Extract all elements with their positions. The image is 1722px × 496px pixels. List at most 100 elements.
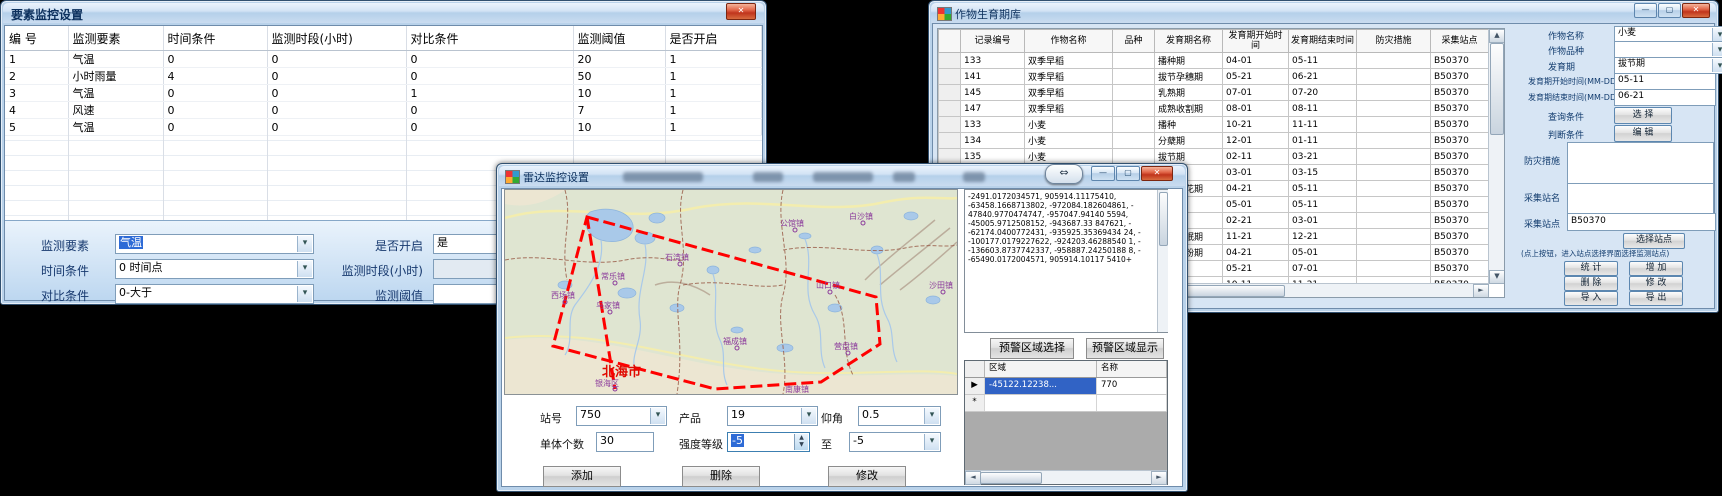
column-header: 编 号 <box>5 26 68 51</box>
station-combo[interactable]: 750 <box>576 406 667 426</box>
modify-button[interactable]: 修改 <box>828 466 906 487</box>
judge-condition-label: 判断条件 <box>1548 128 1584 141</box>
crop-variety-label: 作物品种 <box>1548 44 1584 57</box>
table-row[interactable]: 1 气温 0 0 0 20 1 <box>5 51 762 68</box>
cell-count-label: 单体个数 <box>540 436 584 452</box>
station-input[interactable]: B50370 <box>1567 213 1716 231</box>
map-place-label: 营盘镇 <box>834 341 858 351</box>
coords-scrollbar[interactable] <box>1157 190 1168 332</box>
map-place-label: 乌家镇 <box>596 300 620 310</box>
column-header: 名称 <box>1097 361 1167 377</box>
grid-row-selected[interactable]: ▶ -45122.12238... 770 <box>965 378 1167 395</box>
elevation-combo[interactable]: 0.5 <box>858 406 941 426</box>
close-icon[interactable]: ✕ <box>1141 166 1173 181</box>
enabled-label: 是否开启 <box>323 237 423 254</box>
area-show-button[interactable]: 预警区域显示 <box>1086 338 1164 359</box>
import-button[interactable]: 导 入 <box>1564 291 1618 306</box>
column-header: 监测要素 <box>68 26 163 51</box>
radar-monitor-window: 雷达监控设置 — ▢ ✕ <box>496 163 1188 492</box>
add-button[interactable]: 增 加 <box>1629 261 1683 276</box>
station-name-textarea[interactable] <box>1567 183 1714 215</box>
grid-new-row[interactable]: * <box>965 395 1167 412</box>
maximize-icon[interactable]: ▢ <box>1658 3 1681 18</box>
table-row[interactable]: 141 双季早稻 拔节孕穗期 05-21 06-21 B50370 <box>939 69 1489 85</box>
select-button[interactable]: 选 择 <box>1614 107 1672 124</box>
monitor-element-combo[interactable]: 气温 <box>115 234 314 254</box>
row-selector[interactable] <box>939 85 961 101</box>
map-place-label: 常乐镇 <box>601 271 625 281</box>
measures-label: 防灾措施 <box>1524 154 1560 167</box>
scroll-thumb[interactable] <box>1159 192 1168 246</box>
delete-button[interactable]: 删 除 <box>1564 276 1618 291</box>
table-row[interactable]: 133 双季早稻 播种期 04-01 05-11 B50370 <box>939 53 1489 69</box>
intensity-to-combo[interactable]: -5 <box>849 432 941 452</box>
measures-textarea[interactable] <box>1567 142 1714 184</box>
period-end-label: 发育期结束时间(MM-DD) <box>1528 92 1619 103</box>
period-end-input[interactable]: 06-21 <box>1614 89 1716 106</box>
table-row[interactable]: 134 小麦 分蘖期 12-01 01-11 B50370 <box>939 133 1489 149</box>
row-selector[interactable] <box>939 117 961 133</box>
minimize-icon[interactable]: — <box>1091 166 1115 181</box>
table-row[interactable]: 133 小麦 播种 10-21 11-11 B50370 <box>939 117 1489 133</box>
compare-condition-combo[interactable]: 0-大于 <box>115 284 314 304</box>
row-selector[interactable] <box>939 101 961 117</box>
row-selector[interactable] <box>939 133 961 149</box>
add-button[interactable]: 添加 <box>543 466 621 487</box>
scroll-down-icon[interactable]: ▼ <box>1489 270 1505 284</box>
scroll-left-icon[interactable]: ◄ <box>965 471 981 485</box>
scroll-right-icon[interactable]: ► <box>1151 471 1167 485</box>
warning-area-coordinates[interactable]: -2491.0172034571, 905914.11175410, -6345… <box>964 189 1168 333</box>
monitor-table-body: 1 气温 0 0 0 20 1 2 小时雨量 4 0 0 50 1 3 <box>5 51 762 136</box>
cell-count-input[interactable]: 30 <box>596 432 654 452</box>
column-header: 品种 <box>1113 30 1155 53</box>
table-row[interactable]: 147 双季早稻 成熟收割期 08-01 08-11 B50370 <box>939 101 1489 117</box>
minimize-icon[interactable]: — <box>1634 3 1657 18</box>
modify-button[interactable]: 修 改 <box>1629 276 1683 291</box>
close-icon[interactable]: ✕ <box>1682 3 1710 18</box>
row-selector[interactable] <box>939 53 961 69</box>
area-select-button[interactable]: 预警区域选择 <box>990 338 1074 359</box>
close-icon[interactable]: ✕ <box>726 3 756 20</box>
compare-condition-label: 对比条件 <box>41 287 89 304</box>
period-start-input[interactable]: 05-11 <box>1614 73 1716 90</box>
edit-button[interactable]: 编 辑 <box>1614 125 1672 142</box>
column-header: 作物名称 <box>1025 30 1113 53</box>
pick-station-button[interactable]: 选择站点 <box>1623 233 1685 249</box>
delete-button[interactable]: 删除 <box>682 466 760 487</box>
elevation-label: 仰角 <box>821 410 843 426</box>
column-header: 防灾措施 <box>1357 30 1431 53</box>
window-title: 要素监控设置 <box>11 6 83 23</box>
stat-button[interactable]: 统 计 <box>1564 261 1618 276</box>
map-canvas[interactable]: 公馆镇 白沙镇 石湾镇 常乐镇 西场镇 乌家镇 山口镇 沙田镇 福成镇 营盘镇 … <box>504 189 958 395</box>
vertical-scrollbar[interactable]: ▲ ▼ <box>1488 29 1504 284</box>
redacted-blur <box>753 172 783 182</box>
column-header: 发育期名称 <box>1155 30 1223 53</box>
scroll-thumb[interactable] <box>1490 43 1504 135</box>
time-condition-combo[interactable]: 0 时间点 <box>115 259 314 279</box>
table-row[interactable]: 4 风速 0 0 0 7 1 <box>5 102 762 119</box>
spinner-arrows-icon[interactable]: ▲▼ <box>794 434 808 450</box>
title-bar[interactable]: 要素监控设置 <box>3 3 764 23</box>
export-button[interactable]: 导 出 <box>1629 291 1683 306</box>
resize-arrows-button[interactable]: ⇔ <box>1045 164 1083 184</box>
column-header <box>939 30 961 53</box>
title-bar[interactable]: 作物生育期库 <box>931 3 1716 23</box>
growth-period-combo[interactable]: 拔节期 <box>1614 57 1722 74</box>
grid-horizontal-scrollbar[interactable]: ◄ ► <box>965 470 1167 484</box>
radar-client: 公馆镇 白沙镇 石湾镇 常乐镇 西场镇 乌家镇 山口镇 沙田镇 福成镇 营盘镇 … <box>501 188 1183 487</box>
table-row[interactable]: 2 小时雨量 4 0 0 50 1 <box>5 68 762 85</box>
crop-variety-combo[interactable] <box>1614 41 1722 58</box>
product-combo[interactable]: 19 <box>727 406 818 426</box>
maximize-icon[interactable]: ▢ <box>1116 166 1140 181</box>
product-label: 产品 <box>679 410 701 426</box>
table-row[interactable]: 145 双季早稻 乳熟期 07-01 07-20 B50370 <box>939 85 1489 101</box>
table-row[interactable]: 3 气温 0 0 1 10 1 <box>5 85 762 102</box>
scroll-up-icon[interactable]: ▲ <box>1489 29 1505 43</box>
row-selector[interactable] <box>939 69 961 85</box>
scroll-right-icon[interactable]: ► <box>1473 284 1489 298</box>
scroll-thumb[interactable] <box>980 472 1042 484</box>
intensity-from-spinner[interactable]: -5▲▼ <box>727 432 810 452</box>
map-place-label: 公馆镇 <box>780 218 804 228</box>
map-city-label: 北海市 <box>602 364 641 380</box>
crop-name-label: 作物名称 <box>1548 29 1584 42</box>
